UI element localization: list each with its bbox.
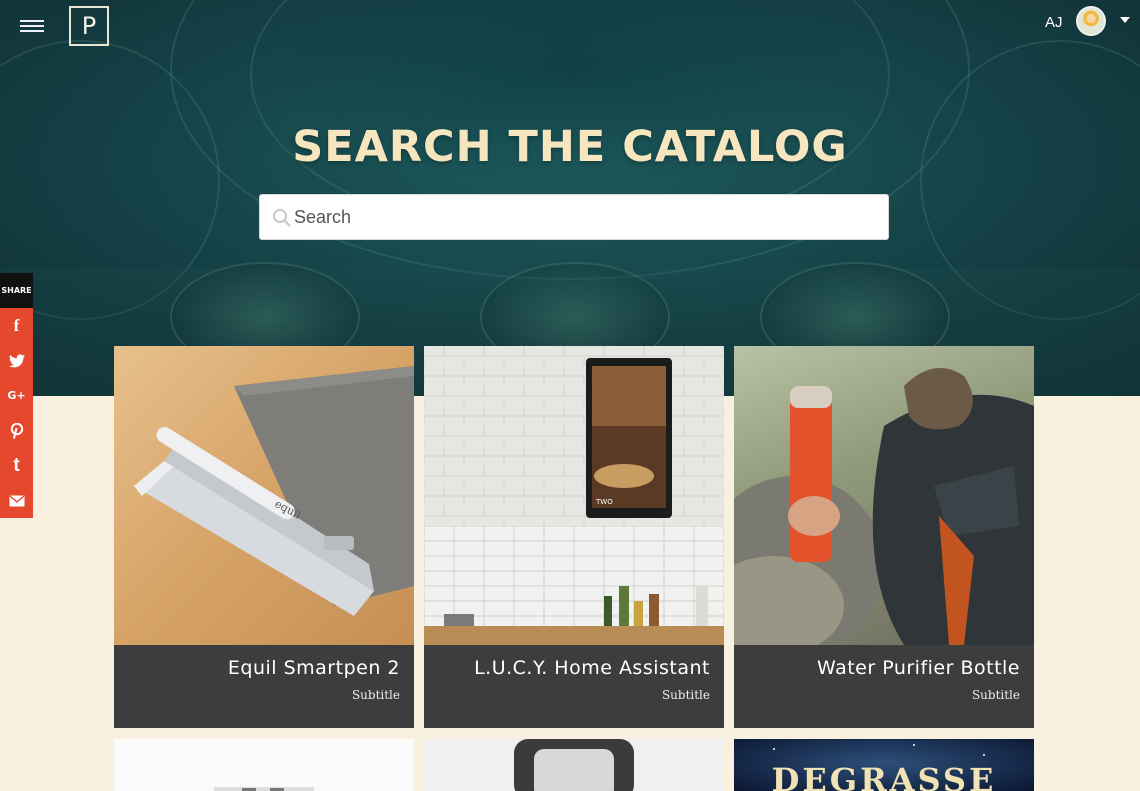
page-title: SEARCH THE CATALOG: [292, 122, 848, 172]
search-bar[interactable]: [259, 194, 889, 240]
product-card[interactable]: [114, 739, 414, 791]
share-label: SHARE: [0, 273, 33, 308]
hamburger-menu-icon[interactable]: [20, 18, 46, 34]
product-caption: Equil Smartpen 2 Subtitle: [114, 645, 414, 728]
svg-text:TWO: TWO: [595, 498, 613, 506]
product-image: [734, 346, 1034, 645]
product-caption: L.U.C.Y. Home Assistant Subtitle: [424, 645, 724, 728]
product-title: Water Purifier Bottle: [817, 657, 1020, 679]
google-plus-share-button[interactable]: G+: [0, 378, 33, 413]
twitter-icon: [8, 353, 25, 367]
share-sidebar: SHARE f G+ t: [0, 273, 33, 518]
email-share-button[interactable]: [0, 483, 33, 518]
pinterest-icon: [10, 422, 23, 439]
product-image: [424, 739, 724, 791]
product-title: Equil Smartpen 2: [227, 657, 400, 679]
tumblr-icon: t: [13, 454, 20, 476]
product-card[interactable]: TWO L.U.C.Y. Home Assistant Subtitle: [424, 346, 724, 728]
user-avatar[interactable]: [1076, 6, 1106, 36]
product-card[interactable]: equil Equil Smartpen 2 Subtitle: [114, 346, 414, 728]
email-icon: [9, 494, 24, 506]
product-card[interactable]: Water Purifier Bottle Subtitle: [734, 346, 1034, 728]
pinterest-share-button[interactable]: [0, 413, 33, 448]
book-cover-text: DEGRASSE: [771, 761, 997, 791]
facebook-icon: f: [13, 315, 20, 335]
search-input[interactable]: [294, 201, 874, 233]
product-caption: Water Purifier Bottle Subtitle: [734, 645, 1034, 728]
product-subtitle: Subtitle: [661, 688, 710, 702]
user-menu-caret-icon[interactable]: [1120, 17, 1130, 23]
product-subtitle: Subtitle: [351, 688, 400, 702]
twitter-share-button[interactable]: [0, 343, 33, 378]
user-initials[interactable]: AJ: [1045, 14, 1063, 31]
site-logo[interactable]: P: [69, 6, 109, 46]
google-plus-icon: G+: [7, 389, 26, 402]
product-image: [114, 739, 414, 791]
product-image: TWO: [424, 346, 724, 645]
home-assistant-illustration: TWO: [424, 346, 724, 645]
search-icon: [273, 209, 291, 227]
tumblr-share-button[interactable]: t: [0, 448, 33, 483]
facebook-share-button[interactable]: f: [0, 308, 33, 343]
product-card[interactable]: [424, 739, 724, 791]
product-subtitle: Subtitle: [971, 688, 1020, 702]
product-title: L.U.C.Y. Home Assistant: [474, 657, 710, 679]
water-bottle-illustration: [734, 368, 1034, 645]
smartpen-illustration: equil: [134, 366, 414, 616]
product-card[interactable]: DEGRASSE: [734, 739, 1034, 791]
product-image: equil: [114, 346, 414, 645]
